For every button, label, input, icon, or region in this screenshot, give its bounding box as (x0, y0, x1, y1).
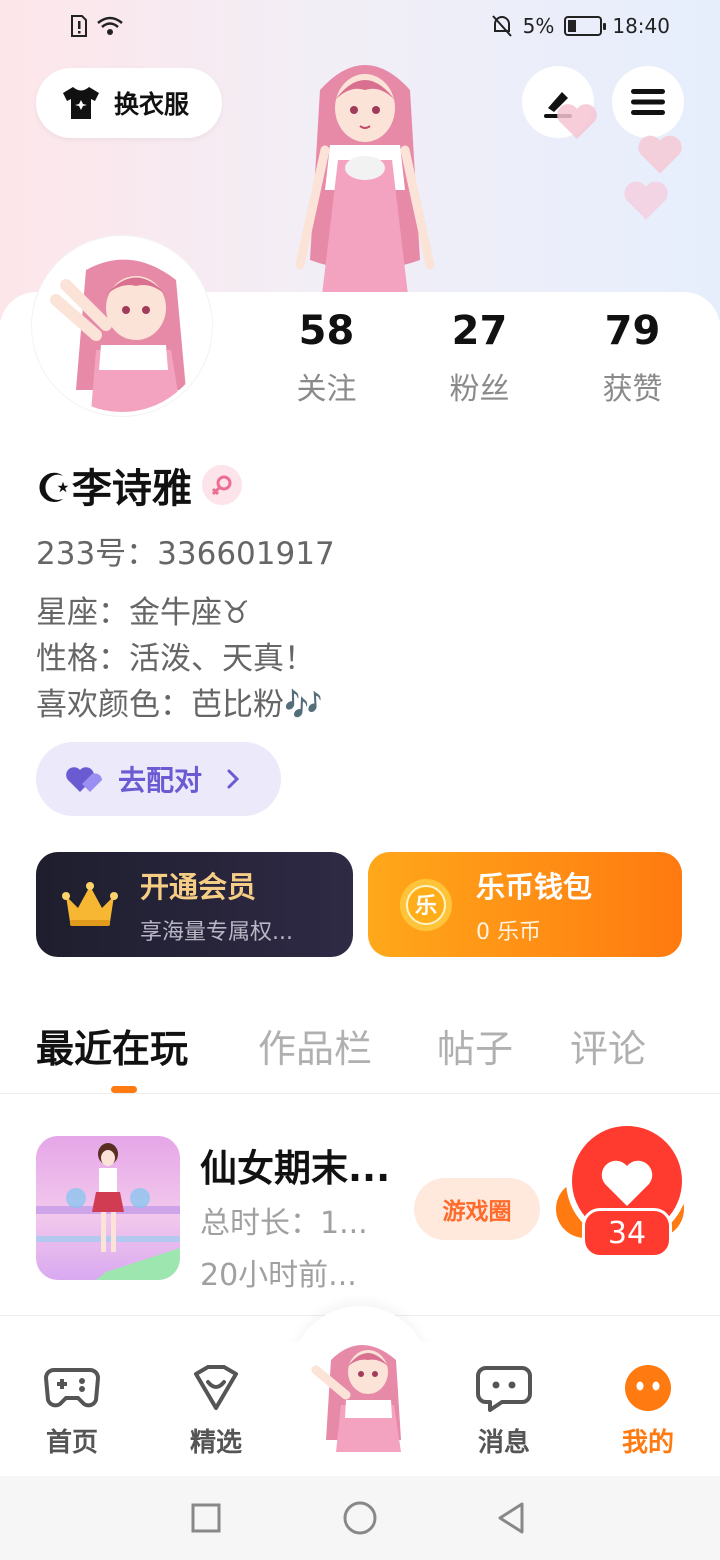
gamepad-icon (43, 1368, 101, 1408)
stat-value: 27 (451, 308, 508, 354)
floating-heart-icon (624, 181, 668, 220)
wifi-icon (97, 16, 123, 35)
game-title: 仙女期末... (200, 1147, 391, 1190)
home-icon[interactable] (342, 1500, 378, 1536)
nav-me[interactable]: 我的 (598, 1364, 698, 1459)
user-id: 233号：336601917 (36, 536, 335, 572)
change-outfit-button[interactable]: 换衣服 (36, 68, 222, 138)
wallet-title: 乐币钱包 (476, 869, 593, 904)
tab-comments[interactable]: 评论 (570, 1018, 646, 1073)
floating-heart-icon (638, 135, 682, 174)
status-bar: 5% 18:40 (0, 0, 720, 56)
like-count: 34 (582, 1208, 672, 1258)
change-outfit-label: 换衣服 (114, 90, 190, 119)
tshirt-icon (63, 87, 99, 119)
female-gender-icon (201, 465, 242, 505)
stat-following[interactable]: 58 关注 (250, 308, 403, 408)
stat-label: 关注 (296, 372, 357, 407)
stat-followers[interactable]: 27 粉丝 (403, 308, 556, 408)
back-icon[interactable] (494, 1500, 528, 1536)
nav-label: 首页 (45, 1428, 98, 1458)
vip-title: 开通会员 (140, 869, 257, 904)
tab-posts[interactable]: 帖子 (437, 1018, 513, 1073)
wallet-balance: 0 乐币 (476, 919, 541, 945)
menu-button[interactable] (612, 66, 684, 138)
stat-value: 58 (298, 308, 355, 354)
tab-recent[interactable]: 最近在玩 (36, 1018, 188, 1073)
match-button[interactable]: 去配对 (36, 742, 281, 816)
bio-line: 星座：金牛座♉ (36, 595, 250, 631)
nav-home[interactable]: 首页 (22, 1364, 122, 1459)
chevron-right-icon (227, 769, 240, 789)
system-navigation-bar (0, 1476, 720, 1560)
game-thumbnail[interactable] (36, 1136, 180, 1280)
recent-game-item[interactable]: 仙女期末... 总时长：1... 20小时前... 游戏圈 34 (0, 1110, 720, 1316)
wallet-card[interactable]: 乐 乐币钱包 0 乐币 (368, 852, 682, 957)
profile-tabs: 最近在玩 作品栏 帖子 评论 (0, 1018, 720, 1094)
me-icon (625, 1365, 671, 1411)
profile-bio: 星座：金牛座♉ 性格：活泼、天真！ 喜欢颜色：芭比粉🎶 (36, 590, 323, 728)
floating-heart-icon (557, 104, 597, 139)
chat-icon (476, 1366, 532, 1412)
stat-value: 79 (604, 308, 661, 354)
stat-label: 获赞 (602, 372, 663, 407)
profile-name: ☪李诗雅 (36, 466, 192, 512)
vip-membership-card[interactable]: 开通会员 享海量专属权... (36, 852, 353, 957)
tab-works[interactable]: 作品栏 (258, 1018, 372, 1073)
match-label: 去配对 (118, 764, 203, 797)
profile-avatar[interactable] (32, 236, 212, 416)
battery-percent: 5% (522, 14, 555, 38)
game-duration: 总时长：1... (200, 1206, 368, 1241)
nav-avatar-image (311, 1345, 401, 1452)
stat-likes[interactable]: 79 获赞 (556, 308, 709, 408)
nav-messages[interactable]: 消息 (454, 1364, 554, 1459)
sim-alert-icon (71, 15, 87, 37)
avatar-character-image (36, 240, 208, 412)
profile-stats: 58 关注 27 粉丝 79 获赞 (250, 308, 720, 408)
heart-badge-icon (194, 1365, 238, 1410)
bio-line: 性格：活泼、天真！ (36, 641, 315, 677)
game-cover-image (36, 1143, 180, 1280)
coin-icon: 乐 (400, 878, 452, 931)
avatar-3d-character[interactable] (280, 50, 450, 295)
recent-apps-icon[interactable] (190, 1502, 222, 1534)
stat-label: 粉丝 (449, 372, 510, 407)
nav-label: 消息 (477, 1428, 530, 1458)
crown-icon (62, 881, 118, 926)
game-last-played: 20小时前... (200, 1258, 357, 1293)
coin-symbol: 乐 (415, 894, 437, 919)
bio-line: 喜欢颜色：芭比粉🎶 (36, 687, 323, 723)
nav-label: 精选 (189, 1428, 242, 1458)
mute-bell-icon (491, 15, 512, 37)
nav-label: 我的 (621, 1428, 674, 1458)
active-tab-indicator (111, 1086, 137, 1093)
battery-icon (564, 16, 607, 36)
game-circle-button[interactable]: 游戏圈 (414, 1178, 540, 1240)
hamburger-icon (631, 89, 665, 115)
nav-avatar-center[interactable] (306, 1330, 416, 1452)
clock: 18:40 (612, 14, 670, 38)
double-heart-icon (66, 767, 102, 792)
nav-featured[interactable]: 精选 (166, 1364, 266, 1459)
vip-subtitle: 享海量专属权... (140, 919, 293, 945)
profile-name-row: ☪李诗雅 (36, 456, 242, 514)
